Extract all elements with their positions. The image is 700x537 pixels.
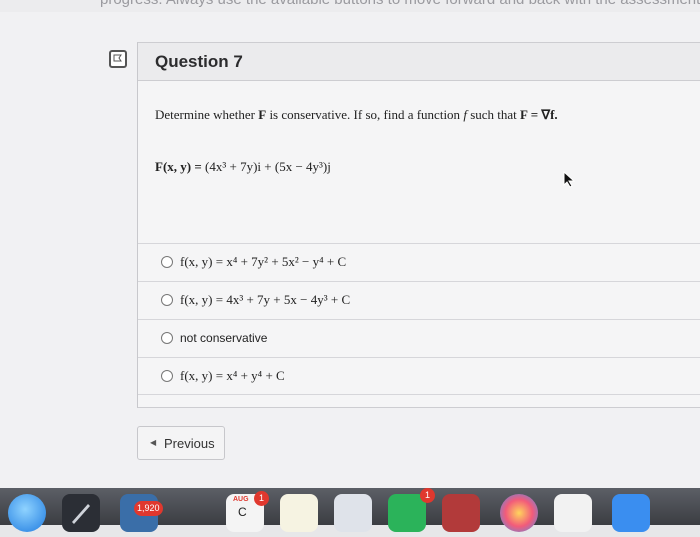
field-i-part: (4x³ + 7y)i xyxy=(205,159,262,174)
flag-icon xyxy=(113,54,122,62)
field-j-part: (5x − 4y³)j xyxy=(274,159,331,174)
flag-question-button[interactable] xyxy=(109,50,127,68)
rocket-icon xyxy=(72,504,90,524)
prompt-formula: F = ∇f. xyxy=(520,107,558,122)
field-plus: + xyxy=(261,159,275,174)
reminders-app-icon[interactable] xyxy=(334,494,372,532)
launchpad-app-icon[interactable] xyxy=(62,494,100,532)
previous-button[interactable]: ◀ Previous xyxy=(137,426,225,460)
finder-app-icon[interactable] xyxy=(8,494,46,532)
answer-text: f(x, y) = 4x³ + 7y + 5x − 4y³ + C xyxy=(180,292,351,307)
answer-option-1[interactable]: f(x, y) = x⁴ + 7y² + 5x² − y⁴ + C xyxy=(138,243,700,281)
music-app-icon[interactable] xyxy=(554,494,592,532)
answer-text: f(x, y) = x⁴ + y⁴ + C xyxy=(180,368,285,383)
radio-button[interactable] xyxy=(161,332,173,344)
app-store-icon[interactable] xyxy=(612,494,650,532)
mouse-cursor-icon xyxy=(563,171,575,188)
screenshot-badge: 1,920 xyxy=(134,501,163,516)
prompt-mid: is conservative. If so, find a function xyxy=(266,107,464,122)
calendar-app-icon[interactable]: AUG C 1 xyxy=(226,491,269,532)
previous-label: Previous xyxy=(164,436,215,451)
calendar-badge: 1 xyxy=(254,491,269,506)
screenshot-app-icon[interactable]: 1,920 xyxy=(120,494,163,532)
prompt-end: such that xyxy=(466,107,521,122)
question-header: Question 7 xyxy=(138,43,700,81)
previous-arrow-icon: ◀ xyxy=(150,438,157,447)
prompt-vector-f: F xyxy=(258,107,267,122)
radio-button[interactable] xyxy=(161,370,173,382)
question-title: Question 7 xyxy=(155,52,243,71)
photo-booth-app-icon[interactable] xyxy=(442,494,480,532)
question-card: Question 7 Determine whether F is conser… xyxy=(137,42,700,408)
field-lhs: F(x, y) = xyxy=(155,159,206,174)
radio-button[interactable] xyxy=(161,256,173,268)
vector-field-expression: F(x, y) = (4x³ + 7y)i + (5x − 4y³)j xyxy=(155,159,331,175)
answer-text: f(x, y) = x⁴ + 7y² + 5x² − y⁴ + C xyxy=(180,254,347,269)
calendar-day: C xyxy=(238,505,247,519)
reminder-badge: 1 xyxy=(420,488,435,503)
radio-button[interactable] xyxy=(161,294,173,306)
messages-app-icon[interactable]: 1 xyxy=(388,488,435,532)
answer-option-4[interactable]: f(x, y) = x⁴ + y⁴ + C xyxy=(138,357,700,395)
calendar-month: AUG xyxy=(233,496,249,503)
answer-option-2[interactable]: f(x, y) = 4x³ + 7y + 5x − 4y³ + C xyxy=(138,281,700,319)
question-prompt: Determine whether F is conservative. If … xyxy=(155,107,558,123)
browser-top-strip: progress. Always use the available butto… xyxy=(0,0,700,12)
prompt-start: Determine whether xyxy=(155,107,259,122)
instructions-text: progress. Always use the available butto… xyxy=(100,0,700,8)
macos-dock: 1,920 AUG C 1 1 xyxy=(0,488,700,532)
answer-option-3[interactable]: not conservative xyxy=(138,319,700,357)
photos-app-icon[interactable] xyxy=(500,494,538,532)
notes-app-icon[interactable] xyxy=(280,494,318,532)
answer-text: not conservative xyxy=(180,331,268,345)
